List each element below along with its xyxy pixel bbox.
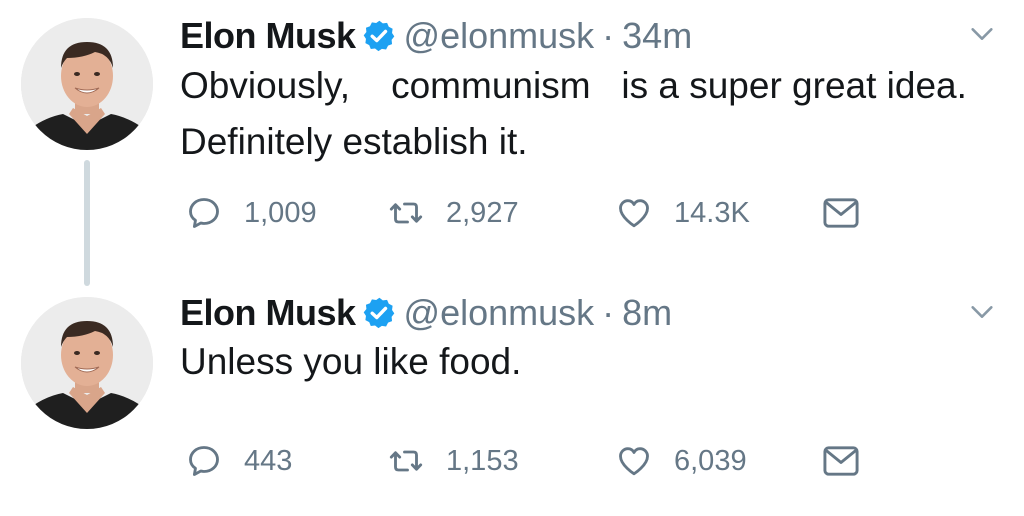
tweet-actions: 443 1,153 6,039 — [186, 441, 866, 481]
direct-message-button[interactable] — [822, 441, 860, 481]
reply-count: 443 — [244, 445, 293, 477]
separator-dot: · — [602, 292, 615, 333]
retweet-icon — [389, 202, 423, 224]
author-name[interactable]: Elon Musk — [180, 14, 356, 58]
heart-icon — [619, 199, 649, 228]
tweet-actions: 1,009 2,927 14.3K — [186, 193, 866, 233]
avatar[interactable] — [21, 297, 153, 429]
envelope-icon — [823, 446, 859, 476]
chevron-down-icon[interactable] — [968, 298, 996, 326]
tweet-header: Elon Musk @elonmusk · 8m — [180, 291, 672, 335]
tweet-timestamp[interactable]: 8m — [622, 291, 672, 335]
tweet-header: Elon Musk @elonmusk · 34m — [180, 14, 692, 58]
reply-bubble-icon — [189, 198, 219, 228]
heart-icon — [619, 447, 649, 476]
retweet-count: 2,927 — [446, 197, 519, 229]
profile-photo — [21, 18, 153, 150]
reply-bubble-icon — [189, 446, 219, 476]
envelope-icon — [823, 198, 859, 228]
thread-connector-line — [84, 160, 90, 286]
avatar[interactable] — [21, 18, 153, 150]
like-button[interactable]: 14.3K — [616, 193, 750, 233]
tweet-timestamp[interactable]: 34m — [622, 14, 692, 58]
retweet-button[interactable]: 1,153 — [388, 441, 519, 481]
author-name[interactable]: Elon Musk — [180, 291, 356, 335]
author-handle[interactable]: @elonmusk — [404, 14, 595, 58]
profile-photo — [21, 297, 153, 429]
reply-button[interactable]: 1,009 — [186, 193, 317, 233]
tweet-text: Obviously, communism is a super great id… — [180, 65, 978, 162]
retweet-count: 1,153 — [446, 445, 519, 477]
retweet-icon — [389, 450, 423, 472]
retweet-button[interactable]: 2,927 — [388, 193, 519, 233]
verified-badge-icon — [363, 297, 394, 329]
reply-count: 1,009 — [244, 197, 317, 229]
direct-message-button[interactable] — [822, 193, 860, 233]
tweet-2[interactable]: Elon Musk @elonmusk · 8m Unless you like… — [0, 280, 1024, 516]
tweet-text: Unless you like food. — [180, 341, 522, 382]
like-count: 14.3K — [674, 197, 750, 229]
like-button[interactable]: 6,039 — [616, 441, 747, 481]
tweet-1[interactable]: Elon Musk @elonmusk · 34m Obviously, com… — [0, 0, 1024, 286]
verified-badge-icon — [363, 20, 394, 52]
chevron-down-icon[interactable] — [968, 20, 996, 48]
separator-dot: · — [602, 15, 615, 56]
author-handle[interactable]: @elonmusk — [404, 291, 595, 335]
like-count: 6,039 — [674, 445, 747, 477]
reply-button[interactable]: 443 — [186, 441, 292, 481]
